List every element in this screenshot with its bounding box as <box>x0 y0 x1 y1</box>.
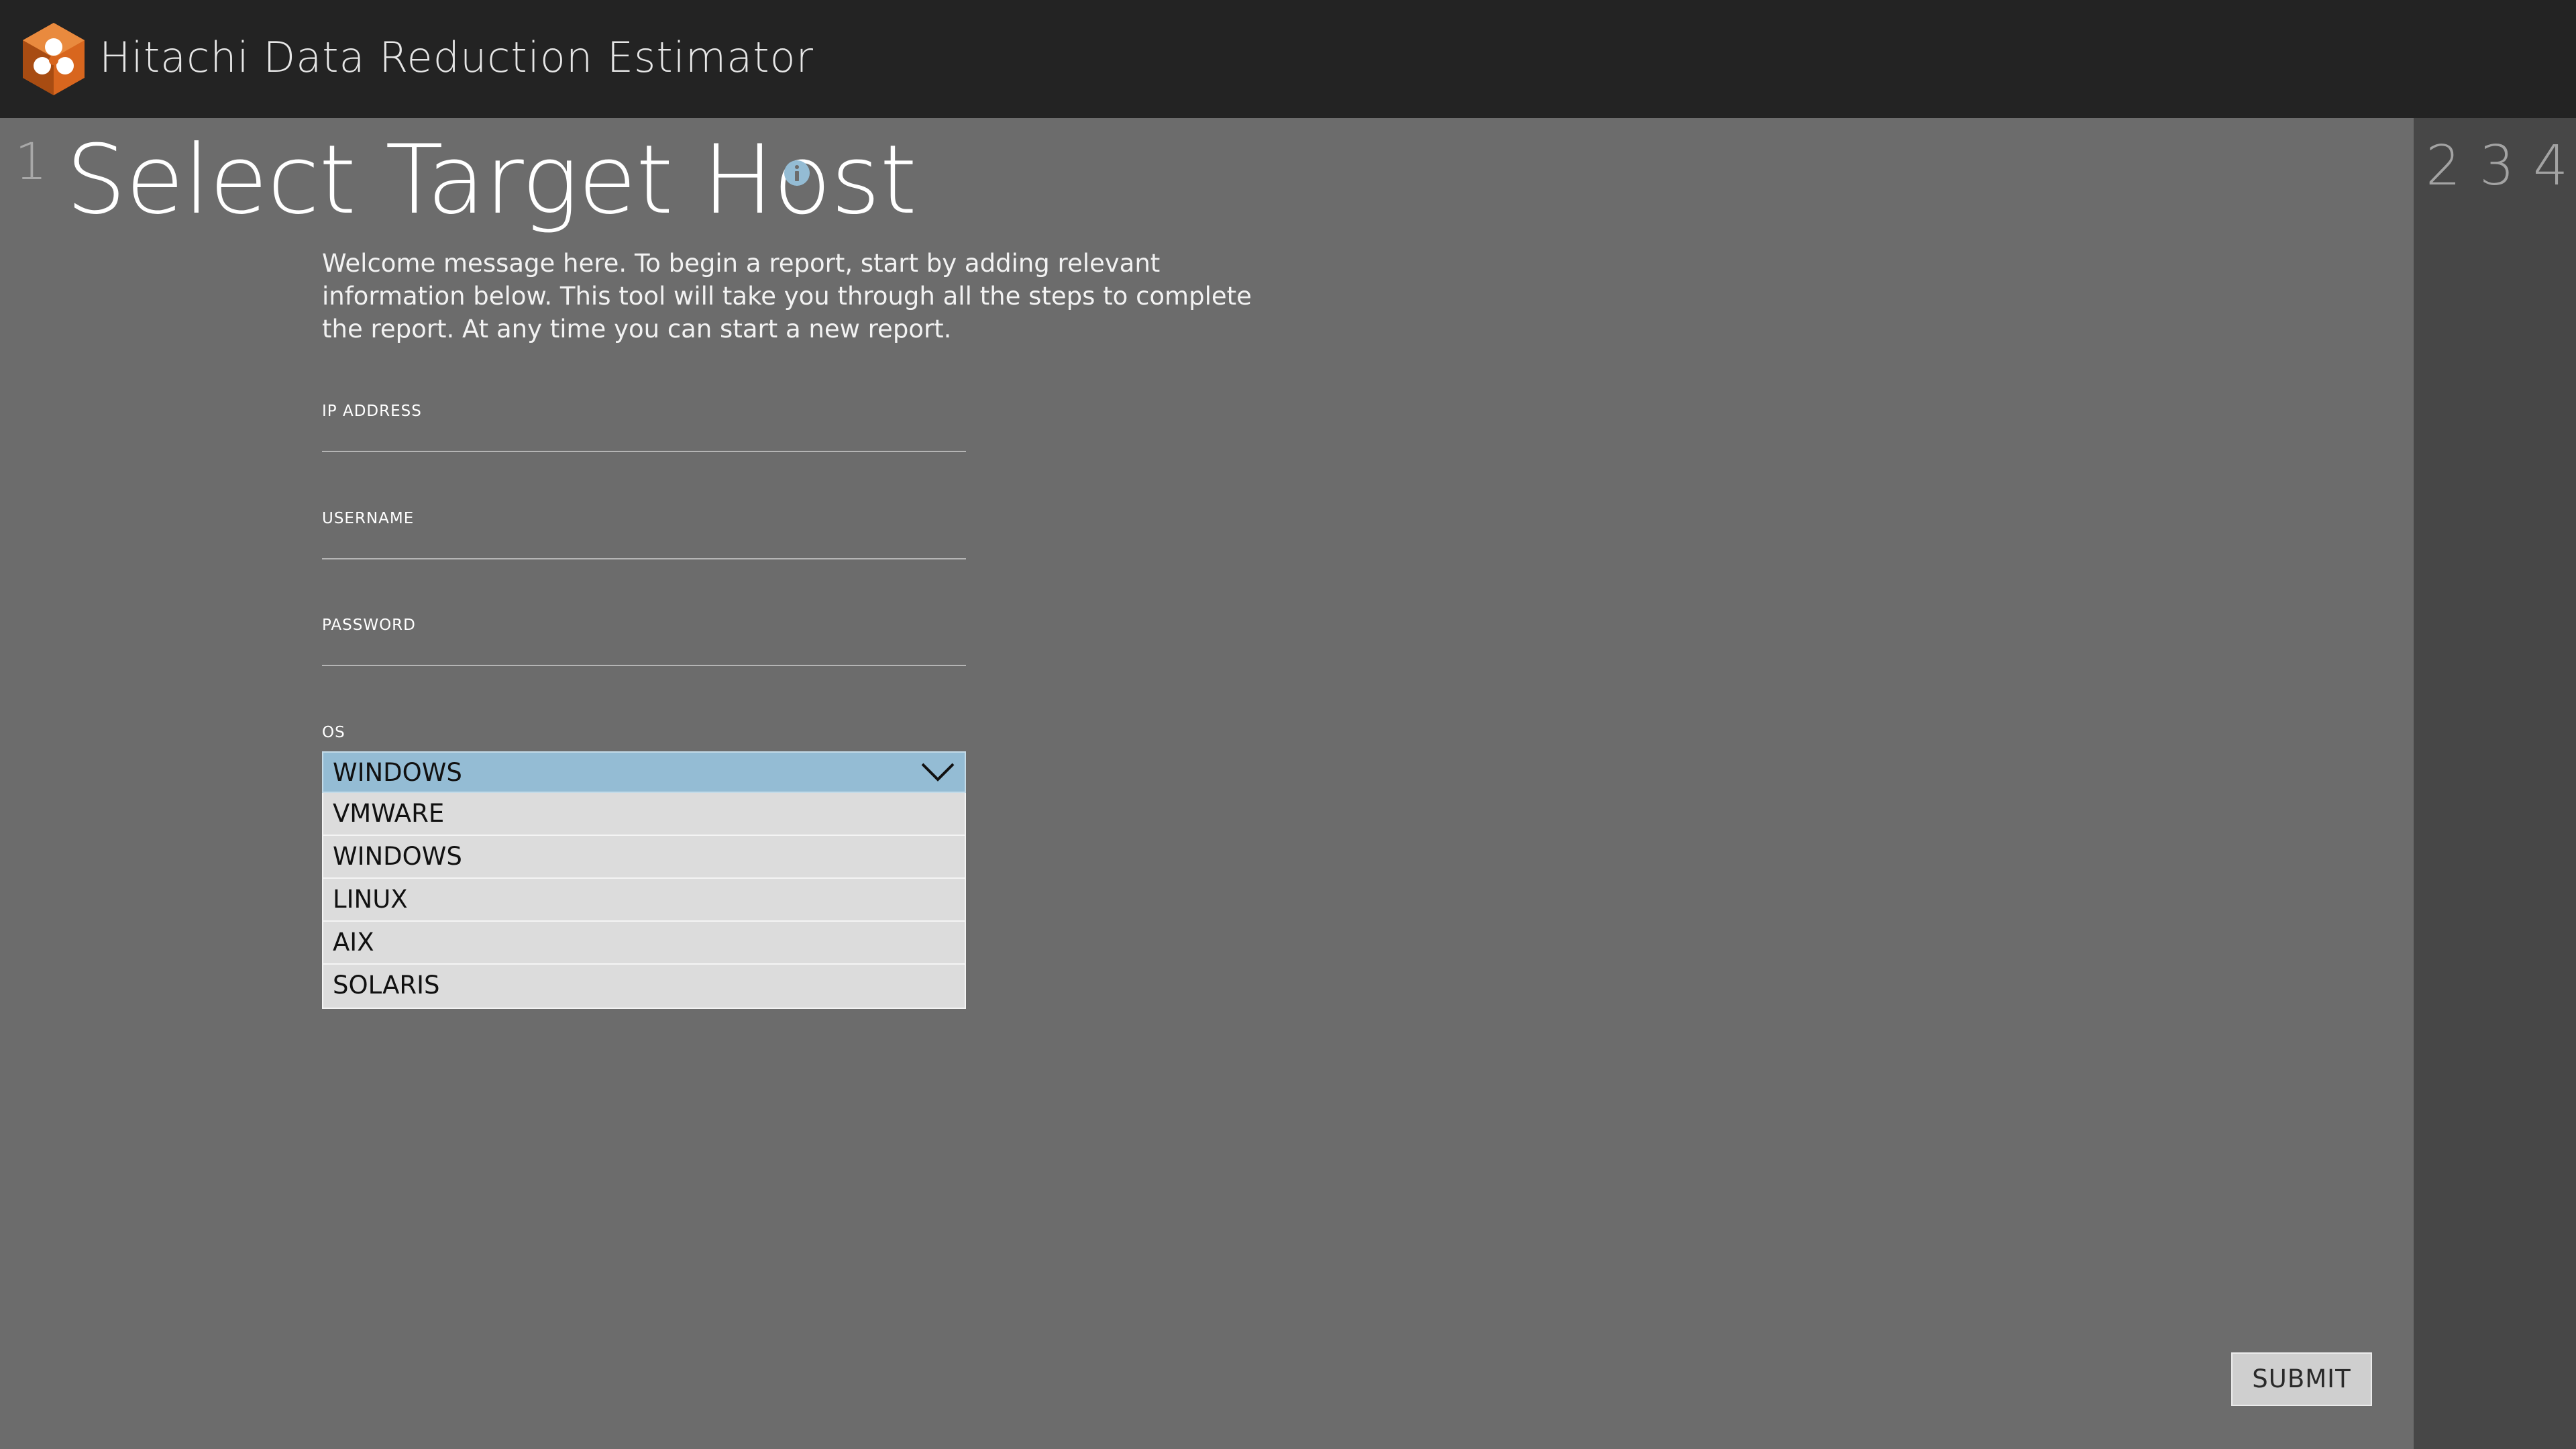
hitachi-logo-icon[interactable] <box>20 21 87 97</box>
os-selected-value: WINDOWS <box>333 758 462 787</box>
submit-button[interactable]: SUBMIT <box>2231 1352 2372 1406</box>
app-header: Hitachi Data Reduction Estimator <box>0 0 2576 118</box>
current-step-number: 1 <box>15 131 48 191</box>
chevron-down-icon[interactable] <box>920 762 955 782</box>
os-option-solaris[interactable]: SOLARIS <box>323 965 965 1008</box>
username-field[interactable]: USERNAME <box>322 508 966 559</box>
password-field[interactable]: PASSWORD <box>322 615 966 666</box>
os-option-vmware[interactable]: VMWARE <box>323 793 965 836</box>
ip-address-input[interactable] <box>322 451 966 452</box>
username-input[interactable] <box>322 558 966 559</box>
step-3-link[interactable]: 3 <box>2479 133 2514 200</box>
password-input[interactable] <box>322 665 966 666</box>
ip-address-field[interactable]: IP ADDRESS <box>322 401 966 452</box>
ip-address-label: IP ADDRESS <box>322 402 422 420</box>
username-label: USERNAME <box>322 510 415 527</box>
os-field: OS <box>322 722 966 743</box>
os-label: OS <box>322 724 345 741</box>
welcome-message: Welcome message here. To begin a report,… <box>322 249 1252 343</box>
os-option-linux[interactable]: LINUX <box>323 879 965 922</box>
info-icon[interactable] <box>784 160 810 186</box>
step-2-link[interactable]: 2 <box>2426 133 2461 200</box>
os-dropdown-list: VMWARE WINDOWS LINUX AIX SOLARIS <box>322 793 966 1009</box>
password-label: PASSWORD <box>322 616 416 634</box>
app-title: Hitachi Data Reduction Estimator <box>99 33 814 82</box>
os-select[interactable]: WINDOWS <box>322 751 966 793</box>
step-rail: 2 3 4 <box>2414 118 2576 1449</box>
os-option-windows[interactable]: WINDOWS <box>323 836 965 879</box>
os-option-aix[interactable]: AIX <box>323 922 965 965</box>
step-4-link[interactable]: 4 <box>2533 133 2568 200</box>
